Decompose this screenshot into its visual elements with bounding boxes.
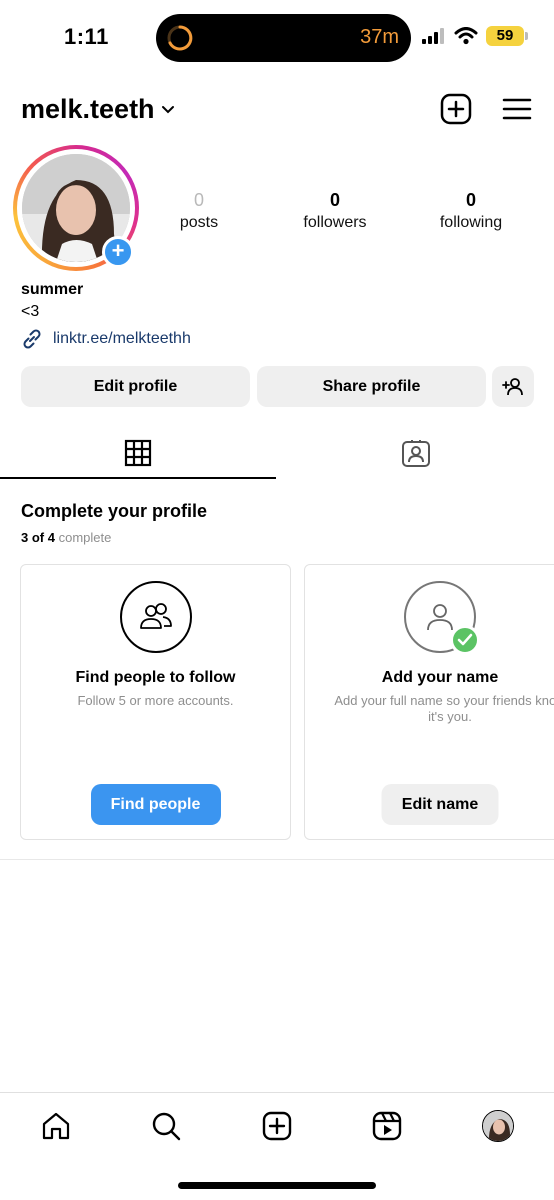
timer-icon	[167, 25, 193, 51]
profile-tabs	[0, 426, 554, 480]
chevron-down-icon	[161, 105, 174, 113]
section-divider	[0, 859, 554, 860]
stat-followers[interactable]: 0 followers	[275, 190, 395, 232]
wifi-icon	[454, 27, 478, 45]
dynamic-island[interactable]: 37m	[156, 14, 411, 62]
card-icon-circle	[119, 581, 192, 653]
profile-bio: <3	[21, 303, 40, 320]
signal-icon	[422, 28, 444, 44]
followers-label: followers	[303, 214, 367, 231]
posts-count: 0	[193, 190, 204, 210]
nav-create[interactable]	[260, 1109, 294, 1143]
tab-posts-grid[interactable]	[0, 426, 276, 480]
share-profile-button[interactable]: Share profile	[257, 366, 486, 407]
nav-search[interactable]	[149, 1109, 183, 1143]
profile-header: melk.teeth	[0, 86, 554, 132]
person-icon	[427, 604, 453, 631]
profile-link-text: linktr.ee/melkteethh	[53, 330, 191, 347]
status-icons: 59	[422, 26, 528, 46]
completed-check-icon	[450, 625, 480, 655]
posts-label: posts	[179, 214, 219, 231]
search-icon	[152, 1112, 181, 1141]
battery-indicator: 59	[486, 26, 528, 46]
timer-text: 37m	[360, 26, 399, 48]
complete-profile-title: Complete your profile	[21, 501, 208, 521]
create-icon	[262, 1111, 292, 1141]
card-title: Find people to follow	[75, 669, 236, 686]
active-tab-indicator	[0, 477, 276, 479]
status-bar: 1:11 37m 59	[0, 0, 554, 76]
nav-reels[interactable]	[370, 1109, 404, 1143]
following-count: 0	[465, 190, 476, 210]
grid-icon	[124, 439, 152, 467]
card-title: Add your name	[381, 669, 499, 686]
card-description: Add your full name so your friends know …	[334, 693, 554, 724]
home-icon	[42, 1112, 70, 1140]
people-icon	[139, 603, 172, 629]
progress-count: 3 of 4	[21, 530, 55, 545]
stat-posts[interactable]: 0 posts	[139, 190, 259, 232]
card-description: Follow 5 or more accounts.	[77, 693, 234, 708]
nav-home[interactable]	[39, 1109, 73, 1143]
add-person-icon	[502, 378, 523, 396]
discover-people-button[interactable]	[492, 366, 534, 407]
edit-profile-button[interactable]: Edit profile	[21, 366, 250, 407]
complete-profile-progress: 3 of 4 complete	[21, 530, 111, 545]
followers-count: 0	[329, 190, 340, 210]
find-people-card: Find people to follow Follow 5 or more a…	[20, 564, 291, 840]
card-icon-circle	[404, 581, 480, 655]
profile-avatar	[482, 1110, 514, 1142]
reels-icon	[372, 1111, 402, 1141]
profile-name: summer	[21, 281, 84, 298]
account-switcher[interactable]: melk.teeth	[21, 94, 175, 125]
add-name-card: Add your name Add your full name so your…	[304, 564, 554, 840]
nav-profile[interactable]	[481, 1109, 515, 1143]
add-story-button[interactable]: +	[102, 236, 134, 268]
status-time: 1:11	[64, 24, 109, 49]
menu-icon[interactable]	[500, 92, 534, 126]
progress-word: complete	[58, 530, 112, 545]
username: melk.teeth	[21, 94, 155, 124]
home-indicator[interactable]	[178, 1182, 376, 1189]
following-label: following	[439, 214, 503, 231]
link-icon	[23, 329, 41, 349]
find-people-button[interactable]: Find people	[90, 784, 221, 825]
tagged-icon	[402, 440, 430, 467]
edit-name-button[interactable]: Edit name	[381, 784, 499, 825]
new-post-icon[interactable]	[439, 92, 473, 126]
stat-following[interactable]: 0 following	[411, 190, 531, 232]
tab-tagged[interactable]	[278, 426, 554, 480]
profile-link[interactable]: linktr.ee/melkteethh	[21, 328, 191, 350]
